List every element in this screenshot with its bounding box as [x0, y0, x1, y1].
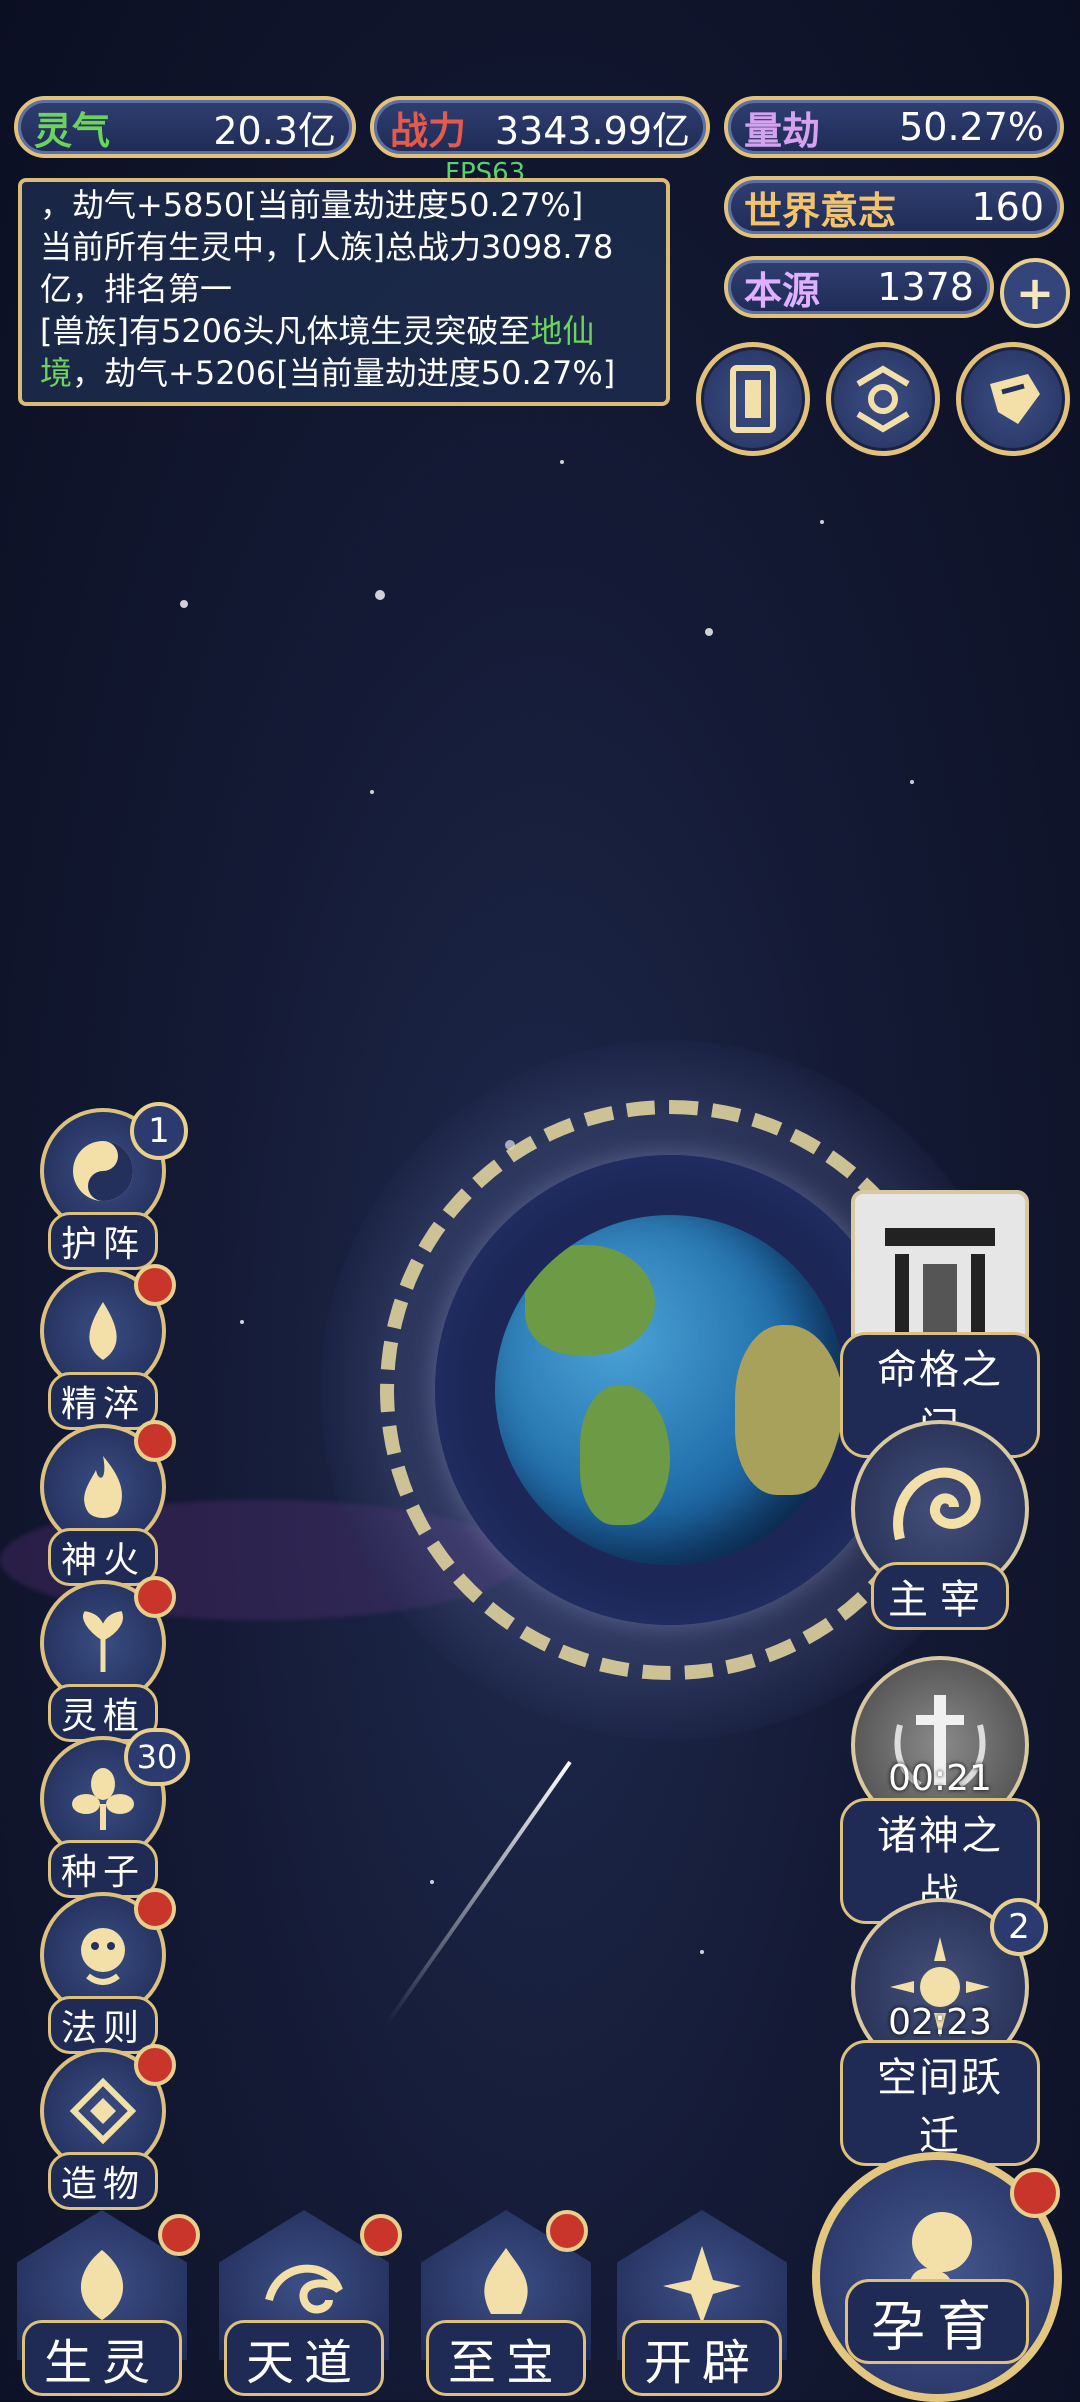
plus-icon: +: [1015, 266, 1055, 320]
notification-dot: [134, 1888, 176, 1930]
zhuzai-button[interactable]: 主宰: [840, 1420, 1040, 1666]
earth-icon: [495, 1215, 845, 1565]
liangjie-counter[interactable]: 量劫 50.27%: [724, 96, 1064, 158]
menu-label: 造物: [47, 2152, 158, 2210]
notification-dot: [360, 2214, 402, 2256]
benyuan-label: 本源: [744, 268, 821, 313]
cooldown-timer: 02:23: [888, 2002, 992, 2043]
benyuan-value: 1378: [877, 265, 974, 309]
benyuan-counter[interactable]: 本源 1378: [724, 256, 994, 318]
button-label: 生灵: [22, 2320, 182, 2396]
shijieyizhi-counter[interactable]: 世界意志 160: [724, 176, 1064, 238]
card-button[interactable]: [696, 342, 810, 456]
notification-dot: [158, 2214, 200, 2256]
star: [375, 590, 385, 600]
log-line: 当前所有生灵中，[人族]总战力3098.78亿，排名第一: [40, 228, 614, 308]
button-label: 空间跃迁: [840, 2040, 1040, 2166]
shengling-button[interactable]: 生灵: [12, 2210, 200, 2396]
notification-dot: [1010, 2168, 1060, 2218]
star: [430, 1880, 434, 1884]
shijieyizhi-value: 160: [971, 185, 1044, 229]
event-log: ，劫气+5850[当前量劫进度50.27%] 当前所有生灵中，[人族]总战力30…: [18, 178, 670, 406]
menu-zao-wu[interactable]: 造物: [38, 2044, 176, 2232]
lingqi-counter: 灵气 20.3亿: [14, 96, 356, 158]
star: [370, 790, 374, 794]
menu-label: 精淬: [47, 1372, 158, 1430]
menu-label: 护阵: [47, 1212, 158, 1270]
star: [240, 1320, 244, 1324]
tiandao-button[interactable]: 天道: [214, 2210, 402, 2396]
notification-dot: [134, 1264, 176, 1306]
notification-dot: [134, 1420, 176, 1462]
button-label: 主宰: [871, 1562, 1009, 1630]
star: [180, 600, 188, 608]
continent: [735, 1325, 845, 1495]
button-label: 天道: [224, 2320, 384, 2396]
notification-dot: [134, 2044, 176, 2086]
button-label: 至宝: [426, 2320, 586, 2396]
count-badge: 1: [130, 1102, 188, 1160]
kaipi-button[interactable]: 开辟: [612, 2210, 792, 2396]
notification-dot: [134, 1576, 176, 1618]
notification-dot: [546, 2210, 588, 2252]
star: [820, 520, 824, 524]
zhibao-button[interactable]: 至宝: [416, 2210, 596, 2396]
add-benyuan-button[interactable]: +: [1000, 258, 1070, 328]
lingqi-value: 20.3亿: [213, 108, 336, 153]
count-badge: 30: [124, 1728, 190, 1786]
count-badge: 2: [990, 1898, 1048, 1956]
yunyu-button[interactable]: 孕育: [812, 2152, 1062, 2402]
shijieyizhi-label: 世界意志: [744, 188, 897, 233]
menu-label: 神火: [47, 1528, 158, 1586]
card-icon: [730, 365, 776, 433]
meteor-trail: [384, 1760, 572, 2026]
star: [700, 1950, 704, 1954]
cooldown-timer: 00:21: [888, 1758, 992, 1799]
portal-button[interactable]: [826, 342, 940, 456]
star: [560, 460, 564, 464]
zhanli-label: 战力: [390, 108, 467, 153]
button-label: 孕育: [845, 2279, 1029, 2364]
star: [910, 780, 914, 784]
zhanli-value: 3343.99亿: [494, 108, 690, 153]
lingqi-label: 灵气: [34, 108, 111, 153]
button-label: 开辟: [622, 2320, 782, 2396]
log-line: ，劫气+5850[当前量劫进度50.27%]: [40, 186, 584, 224]
vortex-icon: [856, 365, 910, 433]
flag-icon: [990, 374, 1040, 424]
liangjie-value: 50.27%: [899, 105, 1044, 149]
liangjie-label: 量劫: [744, 108, 821, 153]
star: [705, 628, 713, 636]
continent: [580, 1385, 670, 1525]
menu-label: 种子: [47, 1840, 158, 1898]
continent: [525, 1245, 655, 1355]
log-line: [兽族]有5206头凡体境生灵突破至地仙境，劫气+5206[当前量劫进度50.2…: [40, 310, 648, 394]
log-text: [兽族]有5206头凡体境生灵突破至: [40, 312, 531, 350]
zhanli-counter: 战力 3343.99亿: [370, 96, 710, 158]
menu-label: 法则: [47, 1996, 158, 2054]
log-text: ，劫气+5206[当前量劫进度50.27%]: [72, 354, 616, 392]
scroll-button[interactable]: [956, 342, 1070, 456]
